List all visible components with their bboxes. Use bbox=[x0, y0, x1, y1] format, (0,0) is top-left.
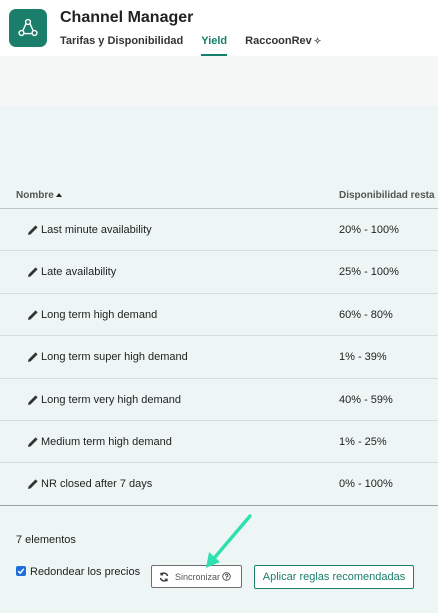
app-header: Channel Manager Tarifas y Disponibilidad… bbox=[0, 0, 438, 56]
checkmark-icon bbox=[17, 568, 25, 575]
pencil-icon[interactable] bbox=[27, 224, 39, 236]
toolbar-band bbox=[0, 56, 438, 106]
tab-raccoonrev[interactable]: RaccoonRev ✧ bbox=[245, 35, 321, 56]
row-range: 0% - 100% bbox=[339, 478, 393, 491]
table-row[interactable]: Long term very high demand 40% - 59% bbox=[0, 379, 438, 421]
annotation-arrow-icon bbox=[206, 514, 252, 568]
row-name: NR closed after 7 days bbox=[41, 478, 153, 491]
pencil-icon[interactable] bbox=[27, 394, 39, 406]
row-name: Long term high demand bbox=[41, 308, 158, 321]
tab-bar: Tarifas y Disponibilidad Yield RaccoonRe… bbox=[60, 35, 339, 56]
pin-icon: ✧ bbox=[313, 36, 322, 46]
pencil-icon[interactable] bbox=[27, 266, 39, 278]
row-name: Long term very high demand bbox=[41, 393, 182, 406]
pencil-icon[interactable] bbox=[27, 436, 39, 448]
apply-recommended-rules-button[interactable]: Aplicar reglas recomendadas bbox=[254, 565, 414, 589]
table-header: Nombre Disponibilidad resta bbox=[0, 186, 438, 209]
row-range: 60% - 80% bbox=[339, 308, 393, 321]
table-row[interactable]: Medium term high demand 1% - 25% bbox=[0, 421, 438, 464]
tab-yield[interactable]: Yield bbox=[201, 35, 227, 56]
row-name: Late availability bbox=[41, 266, 117, 279]
table-row[interactable]: Long term super high demand 1% - 39% bbox=[0, 336, 438, 379]
table-row[interactable]: NR closed after 7 days 0% - 100% bbox=[0, 463, 438, 506]
help-icon[interactable] bbox=[222, 572, 231, 581]
table-body: Last minute availability 20% - 100% Late… bbox=[0, 209, 438, 506]
sync-icon bbox=[159, 571, 169, 582]
column-header-name[interactable]: Nombre bbox=[16, 190, 62, 201]
apply-recommended-rules-label: Aplicar reglas recomendadas bbox=[262, 571, 406, 583]
row-name: Medium term high demand bbox=[41, 435, 172, 448]
share-nodes-icon[interactable] bbox=[9, 9, 47, 47]
pencil-icon[interactable] bbox=[27, 351, 39, 363]
tab-tarifas[interactable]: Tarifas y Disponibilidad bbox=[60, 35, 183, 56]
table-row[interactable]: Late availability 25% - 100% bbox=[0, 251, 438, 294]
row-range: 1% - 25% bbox=[339, 435, 387, 448]
column-header-availability[interactable]: Disponibilidad resta bbox=[339, 190, 435, 201]
row-range: 25% - 100% bbox=[339, 266, 399, 279]
sort-ascending-icon bbox=[55, 193, 62, 197]
sync-label: Sincronizar bbox=[175, 571, 221, 582]
app-title: Channel Manager bbox=[60, 9, 194, 26]
pencil-icon[interactable] bbox=[27, 309, 39, 321]
row-range: 1% - 39% bbox=[339, 351, 387, 364]
round-prices-checkbox[interactable] bbox=[16, 566, 26, 576]
round-prices-label[interactable]: Redondear los precios bbox=[30, 566, 140, 578]
item-count: 7 elementos bbox=[16, 534, 76, 546]
row-name: Long term super high demand bbox=[41, 351, 188, 364]
row-range: 40% - 59% bbox=[339, 393, 393, 406]
table-row[interactable]: Long term high demand 60% - 80% bbox=[0, 294, 438, 337]
row-name: Last minute availability bbox=[41, 224, 152, 236]
pencil-icon[interactable] bbox=[27, 478, 39, 490]
table-row[interactable]: Last minute availability 20% - 100% bbox=[0, 209, 438, 252]
row-range: 20% - 100% bbox=[339, 224, 399, 236]
